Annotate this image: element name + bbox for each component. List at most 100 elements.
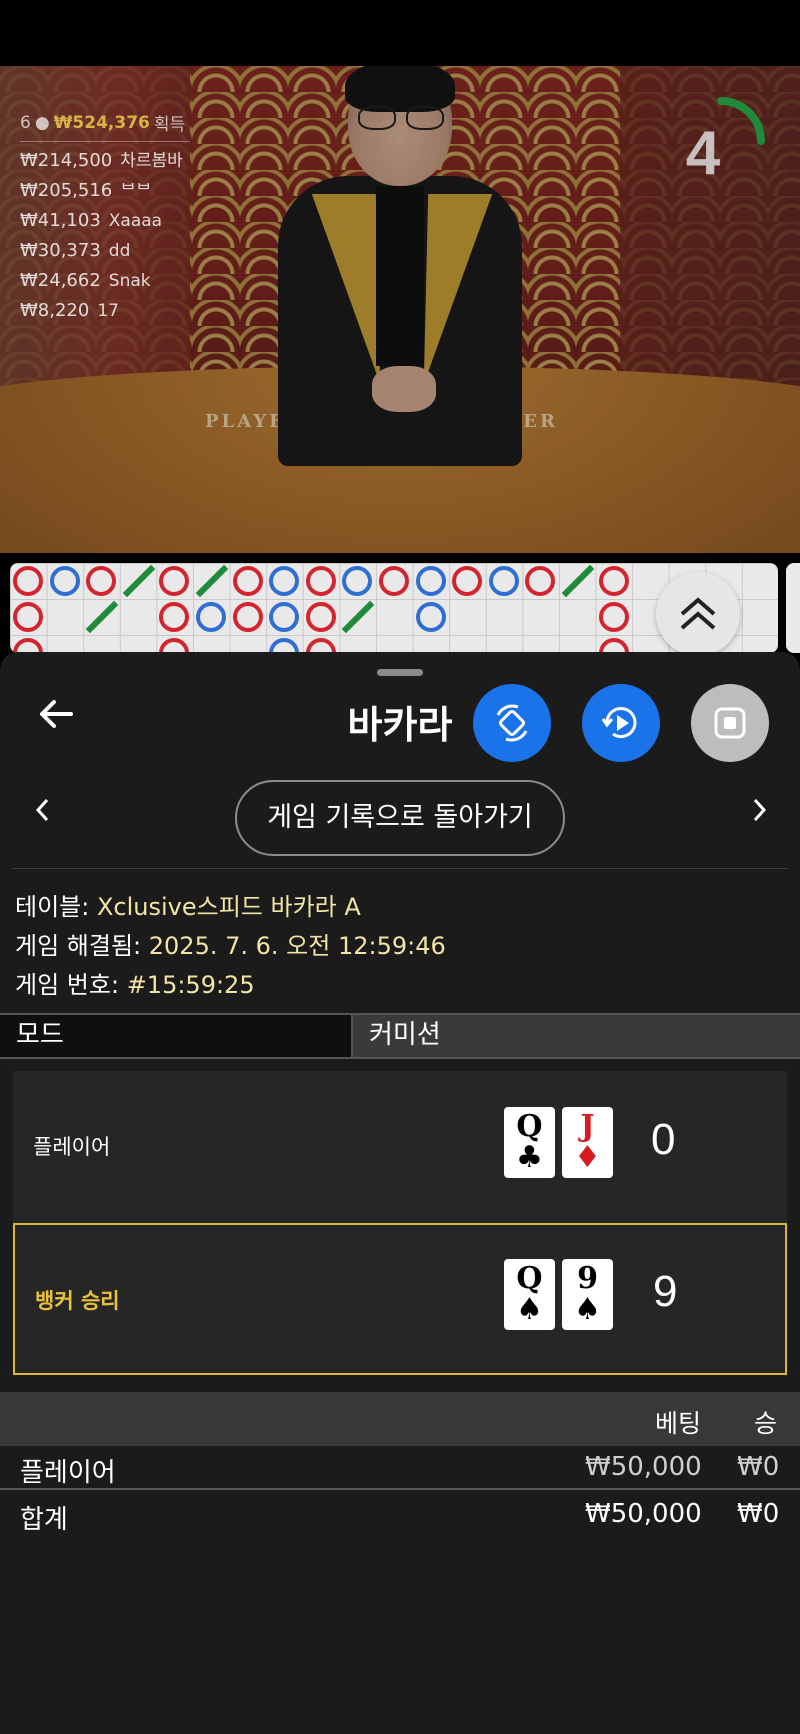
winner-name: Snak bbox=[108, 271, 151, 291]
expand-button[interactable] bbox=[656, 572, 740, 656]
winner-amount: ₩214,500 bbox=[20, 150, 113, 171]
winner-amount: ₩30,373 bbox=[20, 240, 101, 261]
person-icon: ● bbox=[34, 112, 50, 133]
winners-list: 6 ● ₩524,376 획득 ₩214,500 차르봄바 ₩205,516 ᄇᄇ ₩4… bbox=[20, 110, 190, 326]
resolved-info-label: 게임 해결됨: bbox=[15, 932, 142, 960]
rotate-button[interactable] bbox=[473, 684, 551, 762]
winner-name: 17 bbox=[97, 301, 119, 321]
banker-bead bbox=[159, 638, 190, 653]
banker-bead bbox=[13, 638, 43, 653]
table-info-label: 테이블: bbox=[15, 893, 90, 921]
banker-bead bbox=[525, 566, 556, 596]
banker-score: 9 bbox=[653, 1267, 678, 1316]
winner-row: ₩24,662 Snak bbox=[20, 266, 190, 296]
banker-bead bbox=[232, 602, 263, 632]
game-number-info: 게임 번호: #15:59:25 bbox=[15, 965, 255, 1000]
bet-row-label: 합계 bbox=[20, 1505, 68, 1535]
winner-amount: ₩8,220 bbox=[20, 300, 90, 321]
player-bead bbox=[488, 566, 519, 596]
player-bead bbox=[415, 566, 446, 596]
stop-button[interactable] bbox=[691, 684, 769, 762]
table-info-value: Xclusive스피드 바카라 A bbox=[96, 893, 361, 921]
bet-column-header: 베팅 bbox=[655, 1409, 702, 1438]
player-result-label: 플레이어 bbox=[33, 1135, 111, 1159]
row-divider bbox=[0, 1488, 800, 1490]
game-number-value: #15:59:25 bbox=[126, 971, 255, 999]
banker-bead bbox=[598, 602, 629, 632]
banker-bead bbox=[13, 602, 43, 632]
player-bead bbox=[269, 602, 300, 632]
card-suit: ♦ bbox=[574, 1140, 601, 1175]
banker-bead bbox=[232, 566, 263, 596]
player-bead bbox=[415, 602, 446, 632]
divider bbox=[12, 868, 788, 869]
winner-name: dd bbox=[108, 241, 131, 261]
tie-mark bbox=[342, 600, 375, 634]
bet-row-amount: ₩50,000 bbox=[585, 1499, 702, 1529]
banker-card-2: 9 ♠ bbox=[562, 1259, 613, 1330]
winners-suffix: 획득 bbox=[153, 115, 186, 135]
bets-header: 베팅 승 bbox=[0, 1392, 800, 1446]
banker-bead bbox=[13, 566, 43, 596]
table-info: 테이블: Xclusive스피드 바카라 A bbox=[15, 887, 361, 922]
winner-amount: ₩205,516 bbox=[20, 180, 113, 201]
replay-icon bbox=[601, 707, 637, 738]
tab-mode[interactable]: 모드 bbox=[0, 1015, 353, 1057]
bet-row-amount: ₩50,000 bbox=[585, 1452, 702, 1482]
drag-handle[interactable] bbox=[377, 669, 423, 676]
bet-row-total: 합계 ₩50,000 ₩0 bbox=[0, 1493, 800, 1539]
winners-total: ₩524,376 bbox=[53, 112, 150, 133]
tab-commission[interactable]: 커미션 bbox=[353, 1015, 800, 1057]
winners-header: 6 ● ₩524,376 획득 bbox=[20, 110, 190, 142]
next-game-button[interactable] bbox=[740, 784, 780, 836]
banker-bead bbox=[159, 566, 190, 596]
winners-count: 6 bbox=[20, 112, 31, 133]
back-arrow-icon bbox=[40, 700, 73, 728]
winner-row: ₩30,373 dd bbox=[20, 236, 190, 266]
player-result: 플레이어 Q ♣ J ♦ 0 bbox=[13, 1071, 787, 1223]
card-rank: 9 bbox=[577, 1261, 598, 1296]
tie-mark bbox=[122, 564, 156, 598]
winner-rows: ₩214,500 차르봄바 ₩205,516 ᄇᄇ ₩41,103 Xaaaa ₩30,37… bbox=[20, 146, 190, 326]
player-card-1: Q ♣ bbox=[504, 1107, 555, 1178]
stop-icon bbox=[714, 707, 746, 739]
banker-bead bbox=[305, 602, 336, 632]
winner-row: ₩8,220 17 bbox=[20, 296, 190, 326]
banker-bead bbox=[598, 566, 629, 596]
double-chevron-up-icon bbox=[680, 597, 716, 630]
back-button[interactable] bbox=[34, 692, 78, 736]
banker-result-label: 뱅커 승리 bbox=[35, 1289, 120, 1313]
banker-result: 뱅커 승리 Q ♠ 9 ♠ 9 bbox=[13, 1223, 787, 1375]
tie-mark bbox=[561, 564, 595, 598]
tie-mark bbox=[85, 600, 119, 634]
replay-button[interactable] bbox=[582, 684, 660, 762]
previous-game-button[interactable] bbox=[22, 784, 62, 836]
banker-bead bbox=[598, 638, 629, 653]
player-bead bbox=[49, 566, 80, 596]
banker-bead bbox=[159, 602, 190, 632]
winner-name: Xaaaa bbox=[108, 211, 163, 231]
chevron-right-icon bbox=[753, 798, 767, 822]
card-suit: ♠ bbox=[516, 1292, 543, 1327]
win-column-header: 승 bbox=[754, 1409, 778, 1438]
roadmap-next bbox=[786, 563, 800, 653]
banker-bead bbox=[305, 566, 336, 596]
player-card-2: J ♦ bbox=[562, 1107, 613, 1178]
resolved-info-value: 2025. 7. 6. 오전 12:59:46 bbox=[148, 932, 446, 960]
resolved-info: 게임 해결됨: 2025. 7. 6. 오전 12:59:46 bbox=[15, 926, 446, 961]
card-suit: ♣ bbox=[516, 1140, 543, 1175]
winner-row: ₩205,516 ᄇᄇ bbox=[20, 176, 190, 206]
chevron-left-icon bbox=[35, 798, 49, 822]
card-rank: Q bbox=[516, 1261, 543, 1296]
winner-name: ᄇᄇ bbox=[120, 181, 152, 201]
card-rank: J bbox=[580, 1109, 595, 1144]
countdown-number: 4 bbox=[685, 119, 721, 188]
game-history-sheet: 바카라 게임 기록으로 돌아가기 테이블: Xclusive스피드 바카라 A … bbox=[0, 652, 800, 1734]
bet-row-win: ₩0 bbox=[737, 1499, 780, 1529]
winner-name: 차르봄바 bbox=[120, 151, 183, 171]
player-score: 0 bbox=[651, 1115, 676, 1164]
back-to-history-button[interactable]: 게임 기록으로 돌아가기 bbox=[235, 780, 565, 856]
bet-row-player: 플레이어 ₩50,000 ₩0 bbox=[0, 1446, 800, 1492]
card-suit: ♠ bbox=[574, 1292, 601, 1327]
winner-amount: ₩41,103 bbox=[20, 210, 101, 231]
